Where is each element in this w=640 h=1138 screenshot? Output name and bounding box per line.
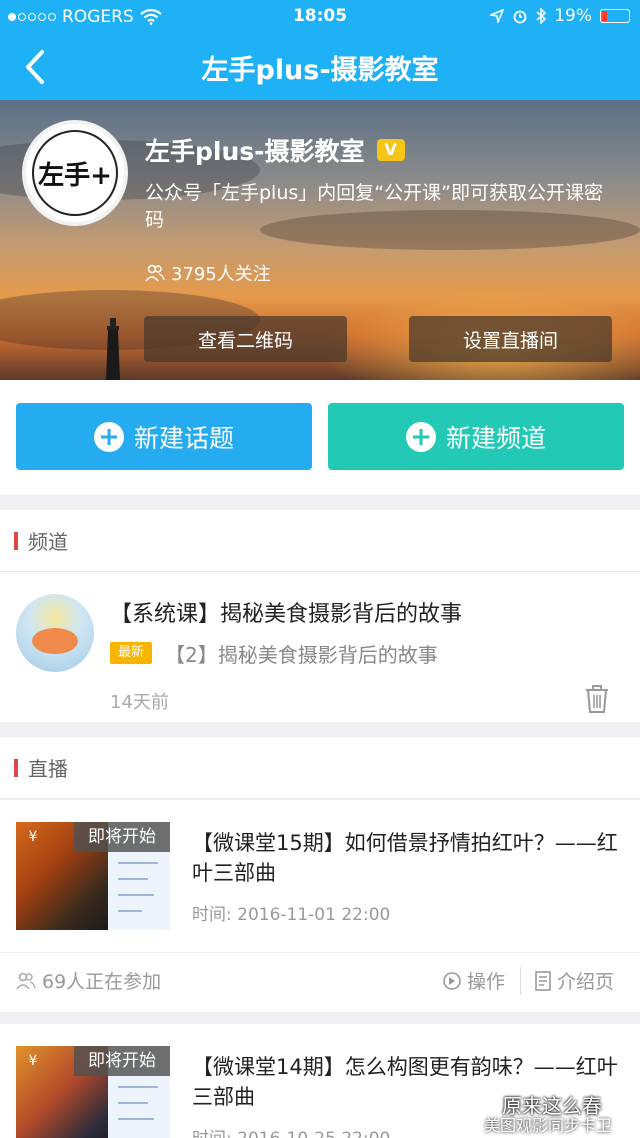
new-channel-label: 新建频道 <box>445 423 546 453</box>
lighthouse-image <box>106 318 120 380</box>
location-icon <box>490 9 505 23</box>
profile-header: 左手+ 左手plus-摄影教室 V 公众号「左手plus」内回复“公开课”即可获… <box>0 100 640 380</box>
new-channel-button[interactable]: 新建频道 <box>328 403 624 470</box>
live-title: 【微课堂15期】如何借景抒情拍红叶？——红叶三部曲 <box>192 831 618 885</box>
top-bar: ROGERS 18:05 19% 左手plus-摄影教室 <box>0 0 640 100</box>
operate-label: 操作 <box>467 971 506 993</box>
live-thumbnail: ¥ 即将开始 <box>16 1046 170 1138</box>
upcoming-badge: 即将开始 <box>74 822 170 852</box>
live-item-footer: 69人正在参加 操作 介绍页 <box>0 952 640 1012</box>
follower-count: 3795人关注 <box>171 264 271 285</box>
channel-latest: 【2】揭秘美食摄影背后的故事 <box>165 643 438 667</box>
document-icon <box>535 970 551 991</box>
price-icon: ¥ <box>28 829 38 845</box>
battery-percent: 19% <box>554 6 592 26</box>
participant-count: 69人正在参加 <box>42 971 162 993</box>
section-marker <box>14 759 18 777</box>
operate-icon <box>443 971 461 990</box>
live-settings-button[interactable]: 设置直播间 <box>409 316 612 362</box>
battery-icon <box>600 9 630 23</box>
alarm-icon <box>513 10 527 24</box>
channels-section-header: 频道 <box>0 510 640 572</box>
upcoming-badge: 即将开始 <box>74 1046 170 1076</box>
verified-badge: V <box>376 139 405 161</box>
channel-thumbnail <box>16 594 94 672</box>
intro-page-button[interactable]: 介绍页 <box>534 967 614 994</box>
status-bar: ROGERS 18:05 19% <box>0 0 640 34</box>
live-time: 时间: 2016-11-01 22:00 <box>192 905 391 925</box>
nav-bar: 左手plus-摄影教室 <box>0 34 640 100</box>
people-icon <box>145 264 165 282</box>
section-title: 频道 <box>28 530 68 554</box>
view-qr-button[interactable]: 查看二维码 <box>144 316 347 362</box>
section-title: 直播 <box>28 757 68 781</box>
watermark-subtext: 美图观影同步卡卫 <box>484 1116 613 1135</box>
channel-title: 【系统课】揭秘美食摄影背后的故事 <box>110 602 463 627</box>
action-bar: 新建话题 新建频道 <box>0 380 640 495</box>
intro-label: 介绍页 <box>557 971 615 993</box>
operate-button[interactable]: 操作 <box>442 967 505 994</box>
section-marker <box>14 532 18 550</box>
channel-description: 公众号「左手plus」内回复“公开课”即可获取公开课密码 <box>145 182 603 231</box>
channel-item[interactable]: 【系统课】揭秘美食摄影背后的故事 最新 【2】揭秘美食摄影背后的故事 14天前 <box>0 572 640 722</box>
avatar-logo: 左手+ <box>32 130 118 216</box>
divider <box>520 967 521 995</box>
live-section-header: 直播 <box>0 737 640 799</box>
new-topic-button[interactable]: 新建话题 <box>16 403 312 470</box>
people-icon <box>16 972 36 990</box>
trash-icon[interactable] <box>584 684 610 714</box>
bluetooth-icon <box>536 8 547 24</box>
channel-time: 14天前 <box>110 692 169 713</box>
plus-icon <box>405 421 436 452</box>
live-item[interactable]: ¥ 即将开始 【微课堂15期】如何借景抒情拍红叶？——红叶三部曲 时间: 201… <box>0 800 640 1012</box>
new-badge: 最新 <box>110 642 152 664</box>
live-time: 时间: 2016-10-25 22:00 <box>192 1124 390 1138</box>
new-topic-label: 新建话题 <box>133 423 234 453</box>
price-icon: ¥ <box>28 1053 38 1069</box>
page-title: 左手plus-摄影教室 <box>201 55 439 86</box>
live-thumbnail: ¥ 即将开始 <box>16 822 170 930</box>
channel-name: 左手plus-摄影教室 <box>145 137 365 166</box>
avatar[interactable]: 左手+ <box>22 120 128 226</box>
plus-icon <box>93 421 124 452</box>
